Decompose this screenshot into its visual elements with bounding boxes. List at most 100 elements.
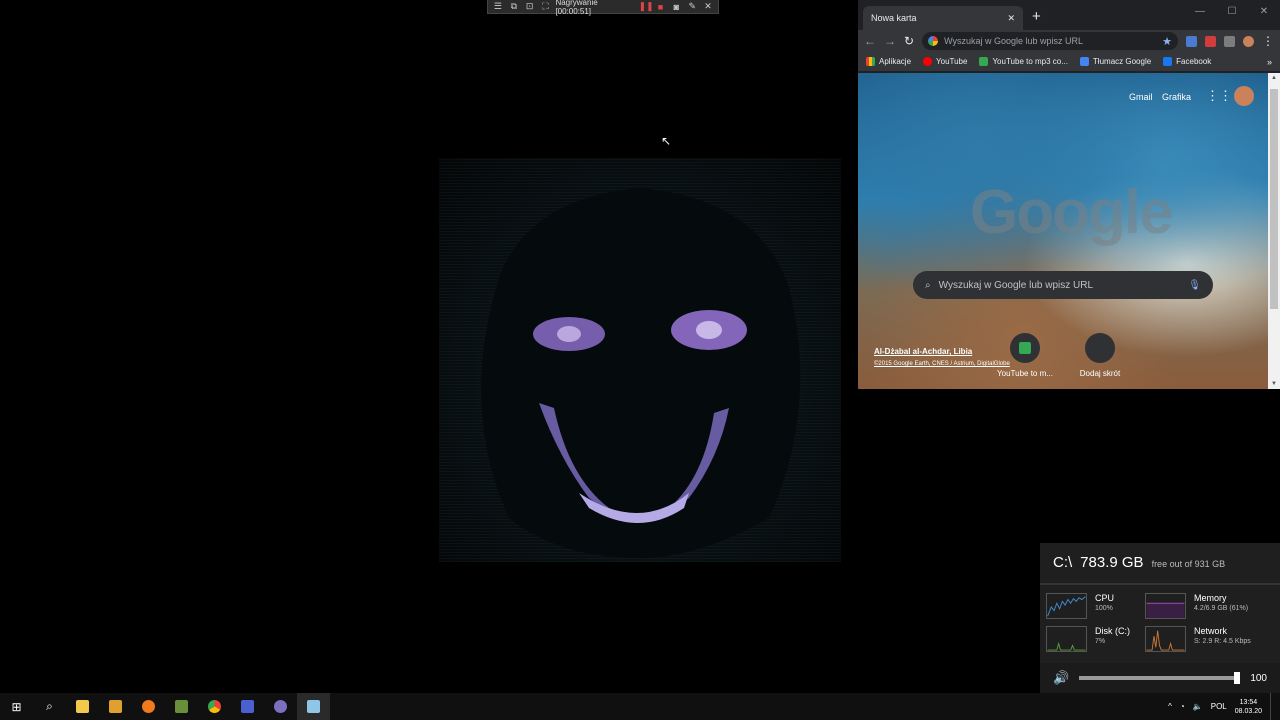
search-button[interactable]: ⌕ (33, 693, 66, 720)
shortcut-tile-youtube-mp3[interactable]: YouTube to m... (993, 333, 1057, 378)
camera-icon[interactable]: ◙ (670, 2, 682, 12)
clock-time: 13:54 (1239, 698, 1258, 706)
chrome-icon (208, 700, 221, 713)
disk-title: Disk (C:) (1095, 626, 1130, 636)
menu-kebab-icon[interactable]: ⋮ (1262, 34, 1274, 48)
bookmark-star-icon[interactable]: ★ (1162, 35, 1172, 48)
search-icon: ⌕ (46, 699, 53, 713)
images-link[interactable]: Grafika (1162, 92, 1191, 102)
cpu-graph (1046, 593, 1087, 619)
tab-strip: Nowa karta ✕ + — ☐ ✕ (858, 0, 1280, 30)
bookmark-label: Aplikacje (879, 57, 912, 66)
facebook-icon (1163, 57, 1173, 66)
taskbar-player[interactable] (99, 693, 132, 720)
disk-meter: Disk (C:) 7% (1046, 626, 1130, 652)
volume-slider[interactable] (1079, 672, 1240, 684)
drive-info: C:\ 783.9 GB free out of 931 GB (1053, 554, 1225, 571)
bookmark-label: YouTube (936, 57, 968, 66)
microphone-icon[interactable]: 🎙 (1188, 280, 1201, 291)
scroll-down-icon[interactable]: ▼ (1268, 381, 1280, 387)
start-button[interactable]: ⊞ (0, 693, 33, 720)
background-copyright: ©2015 Google Earth, CNES / Astrium, Digi… (874, 361, 1010, 367)
recorder-extension-icon[interactable] (1205, 35, 1216, 47)
mp3-icon (979, 57, 989, 66)
forward-icon[interactable]: → (884, 34, 896, 48)
taskbar-minecraft[interactable] (165, 693, 198, 720)
shortcut-icon (1010, 333, 1040, 363)
tab-new-tab[interactable]: Nowa karta ✕ (863, 6, 1023, 30)
volume-knob[interactable] (1234, 672, 1240, 684)
windows-icon: ⊞ (11, 699, 22, 714)
chrome-toolbar: ← → ↻ Wyszukaj w Google lub wpisz URL ★ … (858, 30, 1280, 52)
ntp-search-placeholder: Wyszukaj w Google lub wpisz URL (938, 279, 1094, 291)
chrome-window: Nowa karta ✕ + — ☐ ✕ ← → ↻ Wyszukaj w Go… (858, 0, 1280, 389)
cpu-value: 100% (1095, 605, 1113, 612)
background-location-link[interactable]: Al-Dżabal al-Achdar, Libia (874, 347, 972, 356)
clock[interactable]: 13:54 08.03.20 (1235, 698, 1262, 716)
bookmark-youtube[interactable]: YouTube (923, 57, 967, 66)
cpu-meter: CPU 100% (1046, 593, 1114, 619)
taskbar-fl[interactable] (132, 693, 165, 720)
disk-graph (1046, 626, 1087, 652)
bookmark-facebook[interactable]: Facebook (1163, 57, 1211, 66)
window-close-icon[interactable]: ✕ (1248, 0, 1280, 22)
account-avatar[interactable] (1234, 86, 1254, 106)
system-widget: C:\ 783.9 GB free out of 931 GB CPU 100% … (1040, 543, 1280, 693)
recorder-icon (241, 700, 254, 713)
page-scrollbar[interactable]: ▲ ▼ (1268, 73, 1280, 389)
bookmark-youtube-mp3[interactable]: YouTube to mp3 co... (979, 57, 1068, 66)
stop-icon[interactable]: ■ (655, 2, 667, 12)
recording-toolbar: ☰ ⧉ ⊡ ⛶ Nagrywanie [00:00:51] ❚❚ ■ ◙ ✎ ✕ (487, 0, 719, 16)
menu-icon[interactable]: ☰ (492, 1, 504, 12)
show-desktop-button[interactable] (1270, 693, 1274, 720)
network-value: S: 2.9 R: 4.5 Kbps (1194, 638, 1251, 645)
taskbar-notepad[interactable] (297, 693, 330, 720)
bookmark-apps[interactable]: Aplikacje (866, 57, 911, 66)
pencil-icon[interactable]: ✎ (686, 1, 698, 12)
close-icon[interactable]: ✕ (702, 1, 714, 12)
shortcut-label: Dodaj skrót (1079, 369, 1121, 378)
window-icon[interactable]: ⧉ (508, 1, 520, 12)
taskbar-chrome[interactable] (198, 693, 231, 720)
region-icon[interactable]: ⊡ (524, 1, 536, 12)
shortcut-tile-add[interactable]: Dodaj skrót (1068, 333, 1132, 378)
scroll-thumb[interactable] (1270, 89, 1278, 309)
tab-title: Nowa karta (871, 13, 917, 23)
recording-label: Nagrywanie [00:00:51] (555, 0, 598, 16)
reload-icon[interactable]: ↻ (904, 34, 914, 48)
wifi-icon[interactable]: ◔ (1180, 702, 1185, 711)
shield-extension-icon[interactable] (1224, 35, 1235, 47)
cursor-icon: ↖ (661, 134, 672, 148)
speaker-icon[interactable]: 🔊 (1053, 670, 1069, 686)
volume-value: 100 (1250, 672, 1267, 684)
maximize-icon[interactable]: ☐ (1216, 0, 1248, 22)
disk-value: 7% (1095, 638, 1106, 645)
omnibox[interactable]: Wyszukaj w Google lub wpisz URL ★ (922, 32, 1178, 50)
gmail-link[interactable]: Gmail (1129, 92, 1153, 102)
fullscreen-icon[interactable]: ⛶ (540, 1, 552, 12)
taskbar-explorer[interactable] (66, 693, 99, 720)
taskbar-recorder[interactable] (231, 693, 264, 720)
profile-avatar[interactable] (1243, 35, 1254, 47)
language-indicator[interactable]: POL (1211, 702, 1227, 711)
tab-close-icon[interactable]: ✕ (1007, 13, 1015, 24)
ntp-search-box[interactable]: ⌕ Wyszukaj w Google lub wpisz URL 🎙 (913, 271, 1213, 299)
bookmarks-bar: Aplikacje YouTube YouTube to mp3 co... T… (858, 52, 1280, 72)
memory-meter: Memory 4.2/6.9 GB (61%) (1145, 593, 1248, 619)
fruit-icon (142, 700, 155, 713)
new-tab-plus-icon[interactable]: + (1032, 8, 1041, 25)
volume-tray-icon[interactable]: 🔈 (1193, 702, 1203, 711)
taskbar-app[interactable] (264, 693, 297, 720)
bookmark-label: YouTube to mp3 co... (992, 57, 1068, 66)
minimize-icon[interactable]: — (1184, 0, 1216, 22)
back-icon[interactable]: ← (864, 34, 876, 48)
cpu-title: CPU (1095, 593, 1115, 603)
youtube-icon (923, 57, 933, 66)
translate-extension-icon[interactable] (1186, 35, 1197, 47)
tray-expand-icon[interactable]: ^ (1168, 702, 1172, 711)
taskbar: ⊞ ⌕ ^ ◔ 🔈 POL 13:54 08.03.20 (0, 693, 1280, 720)
scroll-up-icon[interactable]: ▲ (1268, 75, 1280, 81)
pause-icon[interactable]: ❚❚ (639, 1, 654, 12)
bookmark-translate[interactable]: Tłumacz Google (1079, 57, 1151, 66)
bookmarks-overflow-icon[interactable]: » (1267, 57, 1272, 67)
